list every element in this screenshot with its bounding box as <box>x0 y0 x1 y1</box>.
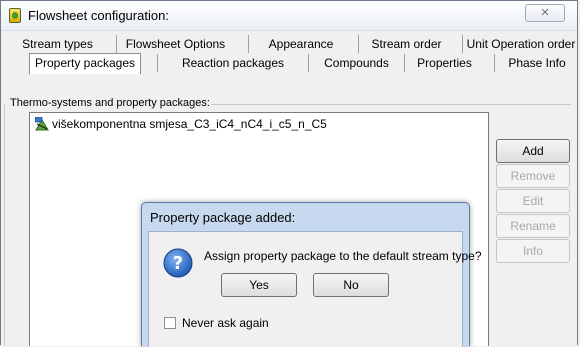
edit-button[interactable]: Edit <box>496 189 570 213</box>
tab-reaction-packages[interactable]: Reaction packages <box>157 54 308 72</box>
tab-property-packages[interactable]: Property packages <box>29 53 141 74</box>
rename-button[interactable]: Rename <box>496 214 570 238</box>
svg-text:?: ? <box>173 253 183 274</box>
info-button[interactable]: Info <box>496 239 570 263</box>
no-button[interactable]: No <box>313 273 389 297</box>
list-item-label: višekomponentna smjesa_C3_iC4_nC4_i_c5_n… <box>52 117 327 131</box>
flowsheet-configuration-window: Flowsheet configuration: ✕ Stream types … <box>0 0 579 347</box>
tab-appearance[interactable]: Appearance <box>248 35 353 53</box>
dialog-message: Assign property package to the default s… <box>204 249 482 263</box>
remove-button[interactable]: Remove <box>496 164 570 188</box>
group-border <box>4 104 5 346</box>
tab-properties[interactable]: Properties <box>404 54 484 72</box>
yes-button[interactable]: Yes <box>221 273 297 297</box>
add-button[interactable]: Add <box>496 139 570 163</box>
group-label: Thermo-systems and property packages: <box>9 97 211 109</box>
tab-stream-order[interactable]: Stream order <box>358 35 454 53</box>
tab-flowsheet-options[interactable]: Flowsheet Options <box>116 35 234 53</box>
title-bar[interactable]: Flowsheet configuration: ✕ <box>1 1 577 31</box>
tab-compounds[interactable]: Compounds <box>308 54 404 72</box>
dialog-body: ? Assign property package to the default… <box>148 231 482 347</box>
app-icon <box>9 8 21 23</box>
question-icon: ? <box>163 248 193 278</box>
close-button[interactable]: ✕ <box>525 4 565 22</box>
property-package-icon <box>35 117 49 131</box>
tab-stream-types[interactable]: Stream types <box>7 35 108 53</box>
dialog-title: Property package added: <box>150 210 296 225</box>
tab-unit-operation-order[interactable]: Unit Operation order <box>462 35 579 53</box>
tab-phase-info[interactable]: Phase Info <box>494 54 579 72</box>
property-package-added-dialog: Property package added: ? Assign propert… <box>141 202 482 347</box>
window-title: Flowsheet configuration: <box>28 8 169 23</box>
never-ask-again-checkbox[interactable] <box>164 317 176 329</box>
never-ask-again-label[interactable]: Never ask again <box>182 316 269 330</box>
